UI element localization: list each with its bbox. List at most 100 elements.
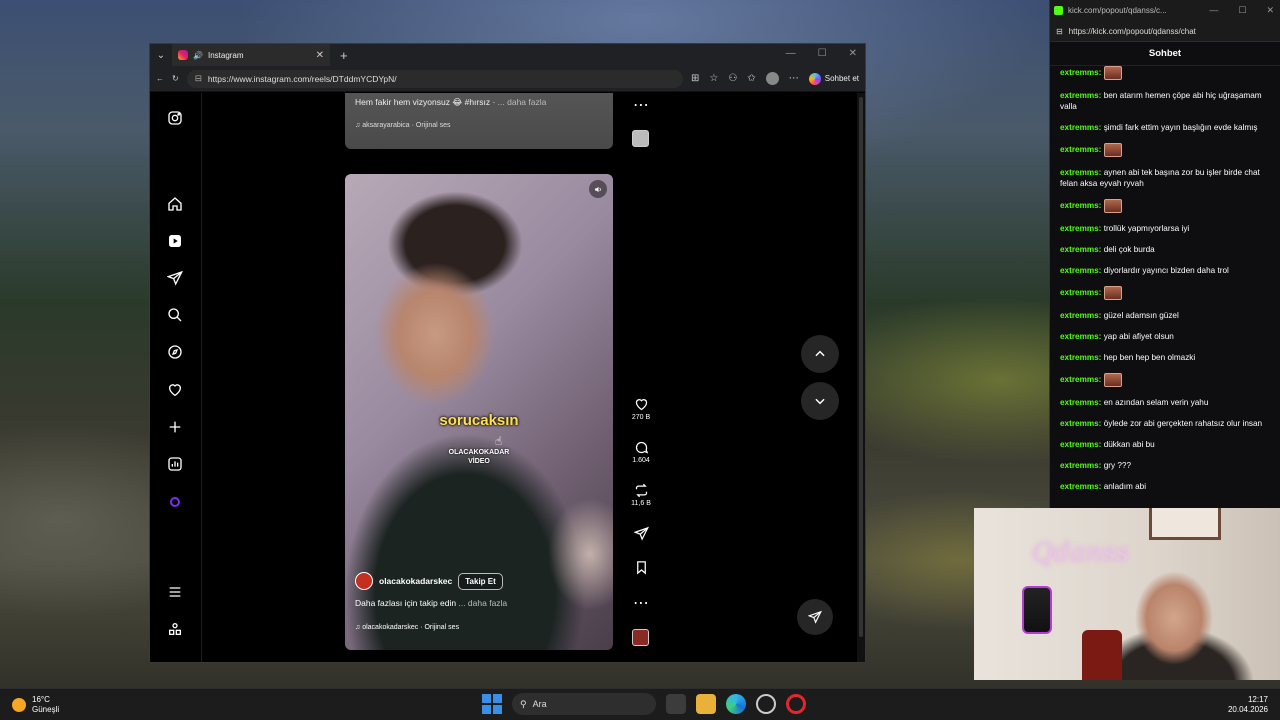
- close-window-button[interactable]: ✕: [849, 48, 857, 59]
- chat-site-info-icon[interactable]: ⊟: [1056, 27, 1063, 36]
- chat-username[interactable]: extremms:: [1060, 145, 1101, 154]
- reel-more-icon[interactable]: ⋯: [630, 593, 652, 613]
- app-icon[interactable]: [756, 694, 776, 714]
- scrollbar-thumb[interactable]: [859, 97, 863, 637]
- chat-username[interactable]: extremms:: [1060, 201, 1101, 210]
- chat-maximize-button[interactable]: ☐: [1238, 5, 1246, 16]
- system-clock[interactable]: 12:17 20.04.2026: [1228, 695, 1268, 715]
- threads-ring-icon[interactable]: [166, 493, 184, 511]
- edge-browser-icon[interactable]: [726, 694, 746, 714]
- chat-username[interactable]: extremms:: [1060, 419, 1101, 428]
- tab-title: Instagram: [207, 50, 244, 60]
- weather-widget[interactable]: 16°C Güneşli: [12, 695, 59, 715]
- file-explorer-icon[interactable]: [696, 694, 716, 714]
- emote-image: [1103, 143, 1122, 157]
- chat-username[interactable]: extremms:: [1060, 332, 1101, 341]
- start-button[interactable]: [482, 694, 502, 714]
- repost-count: 11,6 B: [631, 500, 651, 507]
- address-bar-row: ← ↻ ⊟ https://www.instagram.com/reels/DT…: [150, 66, 865, 92]
- minimize-button[interactable]: —: [786, 48, 796, 59]
- chat-username[interactable]: extremms:: [1060, 482, 1101, 491]
- chat-username[interactable]: extremms:: [1060, 168, 1101, 177]
- reels-icon[interactable]: [166, 232, 184, 250]
- chat-url-bar[interactable]: ⊟ https://kick.com/popout/qdanss/chat: [1050, 21, 1280, 42]
- instagram-favicon-icon: [178, 50, 188, 60]
- more-menu-icon[interactable]: ⋯: [789, 73, 799, 84]
- previous-audio-thumb[interactable]: [632, 130, 649, 147]
- chat-username[interactable]: extremms:: [1060, 311, 1101, 320]
- task-view-icon[interactable]: [666, 694, 686, 714]
- site-info-icon[interactable]: ⊟: [195, 73, 202, 84]
- menu-icon[interactable]: [166, 583, 184, 601]
- url-field[interactable]: ⊟ https://www.instagram.com/reels/DTddmY…: [186, 69, 684, 88]
- previous-more-icon[interactable]: ⋯: [630, 95, 652, 115]
- messages-icon[interactable]: [166, 269, 184, 287]
- chat-message: extremms:: [1060, 373, 1272, 387]
- chat-username[interactable]: extremms:: [1060, 245, 1101, 254]
- previous-reel-button[interactable]: [801, 335, 839, 373]
- previous-reel-audio[interactable]: ♫ aksarayarabica · Orijinal ses: [355, 122, 603, 129]
- tab-instagram[interactable]: 🔊 Instagram ✕: [172, 44, 330, 66]
- follow-button[interactable]: Takip Et: [458, 572, 503, 590]
- chat-message: extremms: en azından selam verin yahu: [1060, 397, 1272, 408]
- kick-logo-icon: [1054, 6, 1063, 15]
- author-username[interactable]: olacakokadarskec: [379, 576, 452, 586]
- split-screen-icon[interactable]: ⊞: [691, 73, 699, 84]
- copilot-button[interactable]: Sohbet et: [808, 72, 859, 85]
- repost-button[interactable]: 11,6 B: [630, 483, 652, 507]
- chat-close-button[interactable]: ✕: [1266, 5, 1274, 16]
- reel-more-link[interactable]: ... daha fazla: [458, 598, 507, 608]
- search-icon[interactable]: [166, 306, 184, 324]
- chat-username[interactable]: extremms:: [1060, 440, 1101, 449]
- previous-reel[interactable]: Hem fakir hem vizyonsuz 😂 #hırsız · ... …: [345, 93, 613, 149]
- reel-audio-thumb[interactable]: [632, 629, 649, 646]
- author-avatar[interactable]: [355, 572, 373, 590]
- create-plus-icon[interactable]: [166, 418, 184, 436]
- profile-avatar[interactable]: [765, 72, 779, 85]
- video-watermark: OLACAKOKADAR VİDEO: [448, 449, 510, 465]
- mute-toggle-icon[interactable]: [589, 180, 607, 198]
- favorite-star-icon[interactable]: ☆: [709, 73, 718, 84]
- chat-username[interactable]: extremms:: [1060, 461, 1101, 470]
- reload-icon[interactable]: ↻: [172, 74, 179, 83]
- comment-button[interactable]: 1.604: [630, 440, 652, 464]
- reel-audio[interactable]: ♫ olacakokadarskec · Orijinal ses: [355, 624, 459, 631]
- chat-username[interactable]: extremms:: [1060, 266, 1101, 275]
- speaker-icon[interactable]: 🔊: [193, 51, 203, 60]
- meta-apps-icon[interactable]: [166, 620, 184, 638]
- new-tab-button[interactable]: +: [340, 48, 348, 63]
- chat-message: extremms: yap abi afiyet olsun: [1060, 331, 1272, 342]
- chat-username[interactable]: extremms:: [1060, 288, 1101, 297]
- previous-reel-more-link[interactable]: ... daha fazla: [498, 97, 547, 107]
- favorites-icon[interactable]: ✩: [747, 73, 755, 84]
- direct-messages-button[interactable]: [797, 599, 833, 635]
- chat-username[interactable]: extremms:: [1060, 91, 1101, 100]
- like-button[interactable]: 270 B: [630, 397, 652, 421]
- chat-minimize-button[interactable]: —: [1209, 5, 1218, 16]
- home-icon[interactable]: [166, 195, 184, 213]
- chat-username[interactable]: extremms:: [1060, 224, 1101, 233]
- explore-icon[interactable]: [166, 343, 184, 361]
- heart-icon: [635, 399, 647, 411]
- chat-username[interactable]: extremms:: [1060, 353, 1101, 362]
- tab-list-chevron-icon[interactable]: ⌄: [150, 50, 172, 61]
- back-icon[interactable]: ←: [156, 74, 164, 83]
- chat-username[interactable]: extremms:: [1060, 68, 1101, 77]
- chat-username[interactable]: extremms:: [1060, 375, 1101, 384]
- taskbar-search[interactable]: ⚲ Ara: [512, 693, 656, 715]
- close-tab-icon[interactable]: ✕: [316, 50, 324, 61]
- share-button[interactable]: [630, 526, 652, 541]
- emote-image: [1103, 66, 1122, 80]
- current-reel-video[interactable]: sorucaksın OLACAKOKADAR VİDEO olacakokad…: [345, 174, 613, 650]
- next-reel-button[interactable]: [801, 382, 839, 420]
- chat-username[interactable]: extremms:: [1060, 398, 1101, 407]
- extensions-icon[interactable]: ⚇: [728, 73, 737, 84]
- save-button[interactable]: [630, 560, 652, 575]
- instagram-logo-icon[interactable]: [166, 109, 184, 127]
- chat-username[interactable]: extremms:: [1060, 123, 1101, 132]
- opera-icon[interactable]: [786, 694, 806, 714]
- maximize-button[interactable]: ☐: [818, 48, 827, 59]
- dashboard-icon[interactable]: [166, 455, 184, 473]
- page-scrollbar[interactable]: [857, 93, 865, 662]
- notifications-heart-icon[interactable]: [166, 381, 184, 399]
